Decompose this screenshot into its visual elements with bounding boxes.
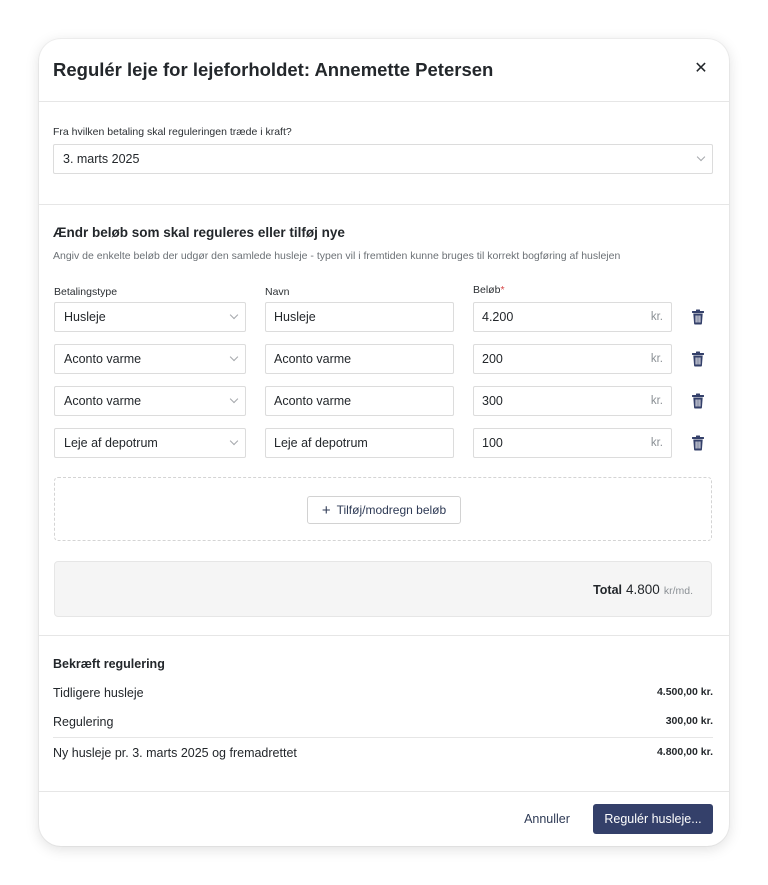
add-amount-label: Tilføj/modregn beløb (336, 503, 447, 517)
total-value: 4.800 (626, 582, 660, 597)
payment-name-value: Husleje (274, 310, 316, 324)
add-amount-dropzone: + Tilføj/modregn beløb (54, 477, 712, 541)
column-header-amount-label: Beløb (473, 284, 501, 296)
payment-type-select[interactable]: Husleje (54, 302, 246, 332)
currency-suffix: kr. (650, 353, 663, 365)
close-icon[interactable]: ✕ (691, 59, 711, 79)
add-amount-button[interactable]: + Tilføj/modregn beløb (307, 496, 461, 524)
trash-icon[interactable] (691, 393, 705, 409)
plus-icon: + (321, 501, 331, 519)
total-unit: kr/md. (663, 585, 693, 597)
effective-date-select[interactable]: 3. marts 2025 (53, 144, 713, 174)
payment-type-value: Aconto varme (64, 352, 142, 366)
chevron-down-icon (696, 152, 706, 162)
regulate-rent-dialog: Regulér leje for lejeforholdet: Annemett… (39, 39, 729, 846)
new-rent-label: Ny husleje pr. 3. marts 2025 og fremadre… (53, 746, 297, 760)
previous-rent-label: Tidligere husleje (53, 686, 144, 700)
payment-amount-value: 100 (482, 436, 503, 450)
payment-amount-input[interactable]: 200 kr. (473, 344, 672, 374)
regulate-rent-button[interactable]: Regulér husleje... (593, 804, 713, 834)
payment-name-value: Leje af depotrum (274, 436, 368, 450)
payment-amount-input[interactable]: 4.200 kr. (473, 302, 672, 332)
currency-suffix: kr. (650, 311, 663, 323)
dialog-title: Regulér leje for lejeforholdet: Annemett… (53, 59, 494, 80)
payment-name-input[interactable]: Husleje (265, 302, 454, 332)
payment-type-select[interactable]: Leje af depotrum (54, 428, 246, 458)
payment-amount-value: 300 (482, 394, 503, 408)
payment-type-value: Leje af depotrum (64, 436, 158, 450)
payment-amount-input[interactable]: 100 kr. (473, 428, 672, 458)
column-header-name: Navn (265, 286, 290, 298)
summary-divider (53, 737, 713, 738)
payment-amount-value: 200 (482, 352, 503, 366)
payment-type-select[interactable]: Aconto varme (54, 344, 246, 374)
chevron-down-icon (229, 310, 239, 320)
payment-type-value: Husleje (64, 310, 106, 324)
total-panel: Total 4.800 kr/md. (54, 561, 712, 617)
currency-suffix: kr. (650, 437, 663, 449)
new-rent-value: 4.800,00 kr. (656, 746, 713, 758)
amounts-heading: Ændr beløb som skal reguleres eller tilf… (53, 225, 345, 240)
column-header-type: Betalingstype (54, 286, 118, 298)
payment-type-value: Aconto varme (64, 394, 142, 408)
payment-amount-input[interactable]: 300 kr. (473, 386, 672, 416)
payment-name-input[interactable]: Aconto varme (265, 344, 454, 374)
chevron-down-icon (229, 436, 239, 446)
chevron-down-icon (229, 352, 239, 362)
payment-name-value: Aconto varme (274, 352, 352, 366)
trash-icon[interactable] (691, 351, 705, 367)
payment-name-input[interactable]: Aconto varme (265, 386, 454, 416)
previous-rent-value: 4.500,00 kr. (656, 686, 713, 698)
chevron-down-icon (229, 394, 239, 404)
payment-type-select[interactable]: Aconto varme (54, 386, 246, 416)
effective-date-section: Fra hvilken betaling skal reguleringen t… (39, 102, 729, 205)
payment-amount-value: 4.200 (482, 310, 514, 324)
cancel-button[interactable]: Annuller (513, 804, 581, 834)
confirm-section: Bekræft regulering Tidligere husleje 4.5… (39, 635, 729, 792)
effective-date-value: 3. marts 2025 (63, 152, 140, 166)
amounts-description: Angiv de enkelte beløb der udgør den sam… (53, 250, 621, 262)
effective-date-label: Fra hvilken betaling skal reguleringen t… (53, 126, 292, 138)
trash-icon[interactable] (691, 435, 705, 451)
currency-suffix: kr. (650, 395, 663, 407)
confirm-heading: Bekræft regulering (53, 657, 165, 671)
regulation-value: 300,00 kr. (665, 715, 713, 727)
total-line: Total 4.800 kr/md. (593, 582, 693, 597)
regulation-label: Regulering (53, 715, 114, 729)
trash-icon[interactable] (691, 309, 705, 325)
payment-name-input[interactable]: Leje af depotrum (265, 428, 454, 458)
total-label: Total (593, 583, 623, 597)
dialog-header: Regulér leje for lejeforholdet: Annemett… (39, 39, 729, 102)
payment-name-value: Aconto varme (274, 394, 352, 408)
required-mark: * (500, 284, 505, 296)
column-header-amount: Beløb* (473, 284, 505, 296)
